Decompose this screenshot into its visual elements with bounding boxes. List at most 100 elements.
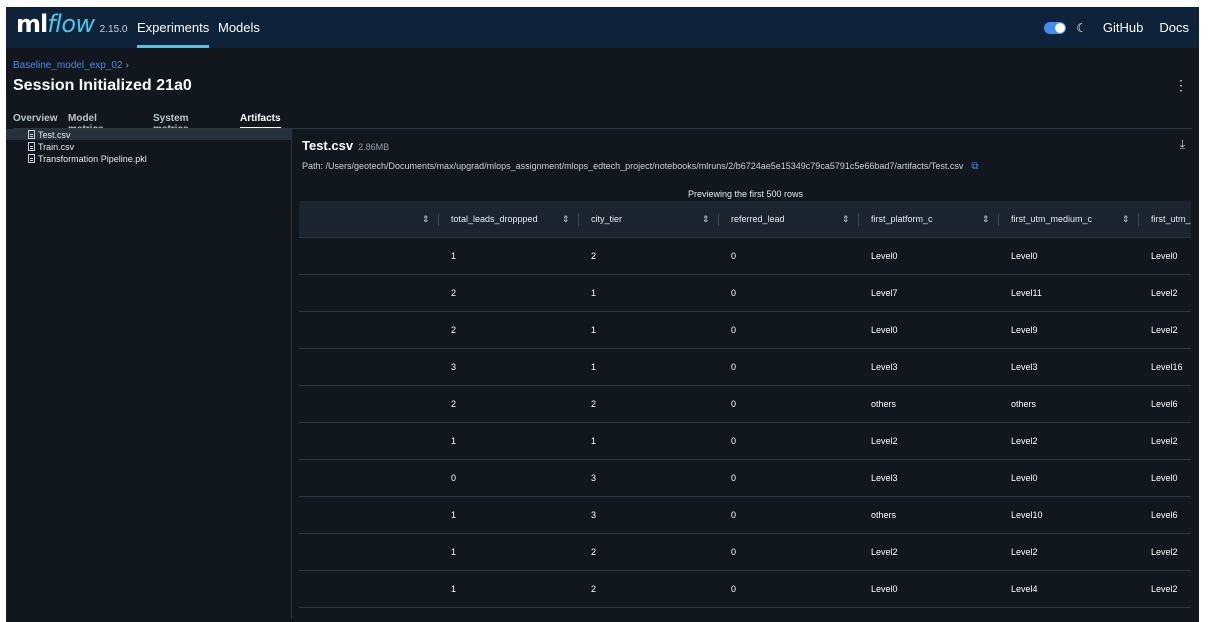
column-separator	[718, 213, 719, 226]
artifact-file-tree: Test.csv Train.csv Transformation Pipeli…	[6, 129, 292, 619]
column-separator	[858, 213, 859, 226]
breadcrumb-experiment-link[interactable]: Baseline_model_exp_02	[13, 60, 123, 71]
table-row: 1 2 0 Level0 Level4 Level2	[299, 571, 1191, 608]
table-cell: 3	[451, 362, 457, 372]
artifact-path-text: Path: /Users/geotech/Documents/max/upgra…	[302, 161, 964, 171]
column-header[interactable]: first_utm_	[1151, 201, 1191, 237]
file-item-transformation-pipeline[interactable]: Transformation Pipeline.pkl	[6, 153, 291, 164]
table-row: 1 3 0 others Level10 Level6	[299, 497, 1191, 534]
table-cell: others	[1011, 399, 1037, 409]
table-cell: Level2	[1011, 547, 1038, 557]
table-cell: Level2	[1151, 584, 1178, 594]
table-cell: 3	[591, 473, 597, 483]
more-options-icon[interactable]: ⋮	[1174, 77, 1188, 93]
csv-preview-table: ⇕ total_leads_droppped ⇕ city_tier ⇕ ref…	[299, 201, 1191, 611]
file-item-test-csv[interactable]: Test.csv	[6, 129, 291, 140]
table-cell: Level3	[871, 362, 898, 372]
sort-icon[interactable]: ⇕	[842, 201, 850, 237]
table-cell: 0	[731, 584, 737, 594]
mlflow-app: ml flow 2.15.0 Experiments Models ☾ GitHu…	[6, 7, 1199, 622]
table-cell: 1	[451, 510, 457, 520]
sort-icon[interactable]: ⇕	[422, 201, 430, 237]
nav-experiments[interactable]: Experiments	[137, 7, 210, 48]
tab-artifacts[interactable]: Artifacts	[240, 113, 281, 129]
file-item-label: Test.csv	[38, 129, 71, 140]
table-cell: 2	[591, 547, 597, 557]
column-header[interactable]: referred_lead	[731, 201, 785, 237]
table-row: 2 2 0 others others Level6	[299, 386, 1191, 423]
table-cell: Level2	[871, 436, 898, 446]
column-header[interactable]: first_platform_c	[871, 201, 933, 237]
preview-file-title: Test.csv 2.86MB	[302, 138, 389, 153]
column-separator	[1138, 213, 1139, 226]
file-icon	[28, 142, 35, 151]
table-cell: Level2	[1151, 325, 1178, 335]
artifact-path: Path: /Users/geotech/Documents/max/upgra…	[302, 161, 979, 172]
table-cell: Level2	[1151, 288, 1178, 298]
moon-icon: ☾	[1076, 20, 1087, 35]
table-cell: Level16	[1151, 362, 1183, 372]
table-cell: Level11	[1011, 288, 1042, 298]
file-item-train-csv[interactable]: Train.csv	[6, 141, 291, 152]
table-cell: others	[871, 399, 897, 409]
mlflow-logo[interactable]: ml flow 2.15.0	[16, 10, 127, 38]
table-cell: 1	[451, 584, 457, 594]
page-title: Session Initialized 21a0	[13, 77, 192, 94]
table-cell: Level7	[871, 288, 898, 298]
sort-icon[interactable]: ⇕	[1122, 201, 1130, 237]
column-separator	[578, 213, 579, 226]
table-cell: 0	[731, 510, 737, 520]
column-separator	[438, 213, 439, 226]
table-row: 2 1 0 Level7 Level11 Level2	[299, 275, 1191, 312]
table-cell: Level10	[1011, 510, 1043, 520]
github-link[interactable]: GitHub	[1103, 20, 1143, 35]
file-icon	[28, 130, 35, 139]
dark-mode-toggle[interactable]	[1044, 21, 1067, 34]
table-row: 1 2 0 Level2 Level2 Level2	[299, 534, 1191, 571]
table-cell: 2	[591, 399, 597, 409]
preview-file-name: Test.csv	[302, 138, 354, 153]
table-cell: 2	[451, 288, 457, 298]
table-cell: 1	[451, 436, 457, 446]
table-cell: 2	[591, 251, 597, 261]
chevron-right-icon: ›	[125, 60, 129, 71]
column-header[interactable]: first_utm_medium_c	[1011, 201, 1092, 237]
table-cell: 1	[591, 436, 597, 446]
artifact-preview-pane: Test.csv 2.86MB ⤓ Path: /Users/geotech/D…	[298, 129, 1193, 619]
table-cell: 0	[731, 325, 737, 335]
download-icon[interactable]: ⤓	[1180, 137, 1185, 152]
table-cell: Level0	[1011, 473, 1038, 483]
copy-icon[interactable]: ⧉	[971, 161, 978, 172]
version-label: 2.15.0	[99, 24, 128, 35]
docs-link[interactable]: Docs	[1159, 20, 1189, 35]
table-cell: Level2	[1151, 547, 1178, 557]
table-cell: Level2	[871, 547, 898, 557]
table-cell: 3	[591, 510, 597, 520]
table-cell: 2	[451, 399, 457, 409]
table-cell: Level3	[1011, 362, 1038, 372]
table-cell: Level3	[871, 473, 898, 483]
table-cell: 0	[731, 362, 737, 372]
sort-icon[interactable]: ⇕	[982, 201, 990, 237]
logo-flow-text: flow	[47, 10, 95, 38]
sort-icon[interactable]: ⇕	[702, 201, 710, 237]
table-cell: 0	[731, 399, 737, 409]
table-row: 3 1 0 Level3 Level3 Level16	[299, 349, 1191, 386]
table-cell: others	[871, 510, 897, 520]
nav-models[interactable]: Models	[218, 7, 260, 48]
tab-overview[interactable]: Overview	[13, 113, 57, 124]
column-separator	[998, 213, 999, 226]
table-cell: Level0	[1151, 473, 1178, 483]
column-header[interactable]: total_leads_droppped	[451, 201, 538, 237]
table-cell: 0	[731, 547, 737, 557]
file-icon	[28, 154, 35, 163]
table-cell: 0	[731, 473, 737, 483]
table-cell: Level0	[1011, 251, 1038, 261]
column-header[interactable]: city_tier	[591, 201, 622, 237]
sort-icon[interactable]: ⇕	[562, 201, 570, 237]
table-cell: 0	[731, 436, 737, 446]
top-navigation-bar: ml flow 2.15.0 Experiments Models ☾ GitHu…	[6, 7, 1199, 48]
table-cell: 1	[591, 325, 597, 335]
table-cell: 1	[591, 288, 597, 298]
table-cell: 2	[451, 325, 457, 335]
